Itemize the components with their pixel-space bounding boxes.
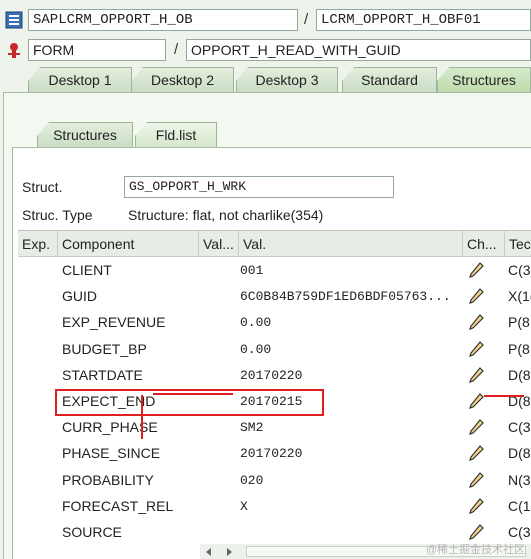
- col-exp[interactable]: Exp.: [18, 231, 58, 257]
- annotation-line: [153, 393, 233, 395]
- event-row: FORM / OPPORT_H_READ_WITH_GUID: [0, 37, 531, 63]
- col-component[interactable]: Component: [58, 231, 199, 257]
- edit-pencil-icon[interactable]: [468, 261, 484, 279]
- edit-pencil-icon[interactable]: [468, 523, 484, 541]
- separator: /: [174, 41, 179, 58]
- component-value[interactable]: 020: [236, 467, 463, 493]
- form-icon: [8, 43, 20, 58]
- table-header: Exp. Component Val... Val. Ch... Tec: [18, 231, 531, 257]
- component-table: Exp. Component Val... Val. Ch... Tec CLI…: [18, 230, 531, 544]
- desktop-tabstrip: Desktop 1 Desktop 2 Desktop 3 Standard S…: [0, 67, 531, 93]
- struct-input[interactable]: GS_OPPORT_H_WRK: [124, 176, 394, 198]
- edit-pencil-icon[interactable]: [468, 444, 484, 462]
- table-row[interactable]: STARTDATE 20170220 D(8: [18, 362, 531, 388]
- scroll-left-icon[interactable]: [204, 547, 214, 557]
- component-value[interactable]: 6C0B84B759DF1ED6BDF05763...: [236, 283, 463, 309]
- component-name: PHASE_SINCE: [62, 445, 161, 462]
- edit-pencil-icon[interactable]: [468, 287, 484, 305]
- annotation-line: [141, 395, 143, 439]
- tab-desktop-1[interactable]: Desktop 1: [28, 67, 132, 93]
- tech-type: P(8: [508, 314, 530, 331]
- struct-type-value: Structure: flat, not charlike(354): [128, 207, 324, 223]
- edit-pencil-icon[interactable]: [468, 418, 484, 436]
- tab-desktop-3[interactable]: Desktop 3: [236, 67, 338, 93]
- tab-structures[interactable]: Structures: [437, 67, 531, 93]
- struct-type-label: Struc. Type: [22, 207, 93, 223]
- tech-type: C(3: [508, 419, 531, 436]
- component-value[interactable]: 0.00: [236, 336, 463, 362]
- tech-type: D(8: [508, 393, 531, 409]
- component-name: EXPECT_END: [62, 393, 156, 409]
- component-value[interactable]: 20170215: [236, 388, 463, 414]
- tech-type: X(1(: [508, 288, 531, 305]
- edit-pencil-icon[interactable]: [468, 392, 484, 410]
- event-name-field: OPPORT_H_READ_WITH_GUID: [186, 39, 531, 61]
- component-value[interactable]: 001: [236, 257, 463, 283]
- event-type-field: FORM: [28, 39, 166, 61]
- tech-type: N(3: [508, 471, 531, 488]
- component-name: SOURCE: [62, 524, 122, 540]
- edit-pencil-icon[interactable]: [468, 497, 484, 515]
- table-row[interactable]: PROBABILITY 020 N(3: [18, 467, 531, 493]
- component-value[interactable]: X: [236, 493, 463, 519]
- component-name: STARTDATE: [62, 366, 143, 383]
- program-name-field: SAPLCRM_OPPORT_H_OB: [28, 9, 298, 31]
- table-row[interactable]: EXPECT_END 20170215 D(8: [18, 388, 531, 414]
- component-name: CLIENT: [62, 262, 112, 278]
- table-row[interactable]: FORECAST_REL X C(1: [18, 493, 531, 519]
- edit-pencil-icon[interactable]: [468, 313, 484, 331]
- col-tech-type[interactable]: Tec: [505, 231, 531, 257]
- component-value[interactable]: 0.00: [236, 309, 463, 335]
- tab-desktop-2[interactable]: Desktop 2: [131, 67, 234, 93]
- struct-label: Struct.: [22, 179, 63, 195]
- tech-type: D(8: [508, 445, 531, 462]
- separator: /: [304, 11, 309, 28]
- col-value[interactable]: Val.: [239, 231, 463, 257]
- tech-type: D(8: [508, 366, 531, 383]
- tab-field-list[interactable]: Fld.list: [135, 122, 217, 148]
- tech-type: C(1: [508, 497, 531, 514]
- scroll-right-icon[interactable]: [224, 547, 234, 557]
- tech-type: P(8: [508, 340, 530, 357]
- annotation-line: [484, 395, 524, 397]
- component-name: BUDGET_BP: [62, 340, 147, 357]
- component-value[interactable]: SM2: [236, 414, 463, 440]
- table-row[interactable]: CLIENT 001 C(3: [18, 257, 531, 283]
- table-row[interactable]: CURR_PHASE SM2 C(3: [18, 414, 531, 440]
- edit-pencil-icon[interactable]: [468, 366, 484, 384]
- edit-pencil-icon[interactable]: [468, 471, 484, 489]
- table-row[interactable]: EXP_REVENUE 0.00 P(8: [18, 309, 531, 335]
- table-row[interactable]: GUID 6C0B84B759DF1ED6BDF05763... X(1(: [18, 283, 531, 309]
- program-icon: [5, 11, 23, 29]
- table-row[interactable]: BUDGET_BP 0.00 P(8: [18, 336, 531, 362]
- component-value[interactable]: 20170220: [236, 362, 463, 388]
- tech-type: C(3: [508, 262, 531, 278]
- col-change[interactable]: Ch...: [463, 231, 505, 257]
- col-value-short[interactable]: Val...: [199, 231, 239, 257]
- table-row[interactable]: PHASE_SINCE 20170220 D(8: [18, 440, 531, 466]
- tab-structures-sub[interactable]: Structures: [37, 122, 133, 148]
- edit-pencil-icon[interactable]: [468, 340, 484, 358]
- component-name: GUID: [62, 288, 97, 305]
- component-name: PROBABILITY: [62, 471, 154, 488]
- tab-standard[interactable]: Standard: [342, 67, 437, 93]
- component-value[interactable]: 20170220: [236, 440, 463, 466]
- component-name: EXP_REVENUE: [62, 314, 166, 331]
- component-name: CURR_PHASE: [62, 419, 158, 436]
- program-row: SAPLCRM_OPPORT_H_OB / LCRM_OPPORT_H_OBF0…: [0, 7, 531, 33]
- watermark: @稀土掘金技术社区: [425, 544, 525, 556]
- include-name-field: LCRM_OPPORT_H_OBF01: [316, 9, 531, 31]
- component-name: FORECAST_REL: [62, 497, 174, 514]
